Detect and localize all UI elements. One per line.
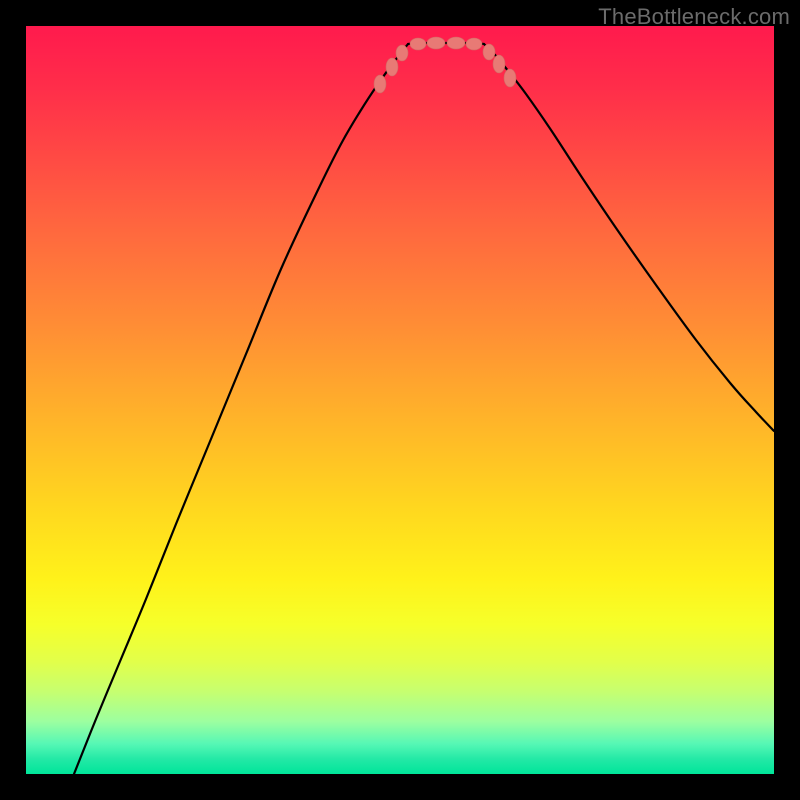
bottom-marker-0 — [374, 75, 386, 93]
plot-area — [26, 26, 774, 774]
bottom-marker-4 — [427, 37, 445, 49]
curve-layer — [26, 26, 774, 774]
chart-frame: TheBottleneck.com — [0, 0, 800, 800]
bottom-marker-9 — [504, 69, 516, 87]
watermark-text: TheBottleneck.com — [598, 4, 790, 30]
curve-left-curve — [74, 44, 408, 774]
bottom-marker-2 — [396, 45, 408, 61]
bottom-marker-3 — [410, 38, 426, 50]
curve-right-curve — [484, 44, 774, 431]
bottom-marker-1 — [386, 58, 398, 76]
bottom-marker-5 — [447, 37, 465, 49]
bottom-marker-6 — [466, 38, 482, 50]
bottom-marker-8 — [493, 55, 505, 73]
bottom-marker-7 — [483, 44, 495, 60]
